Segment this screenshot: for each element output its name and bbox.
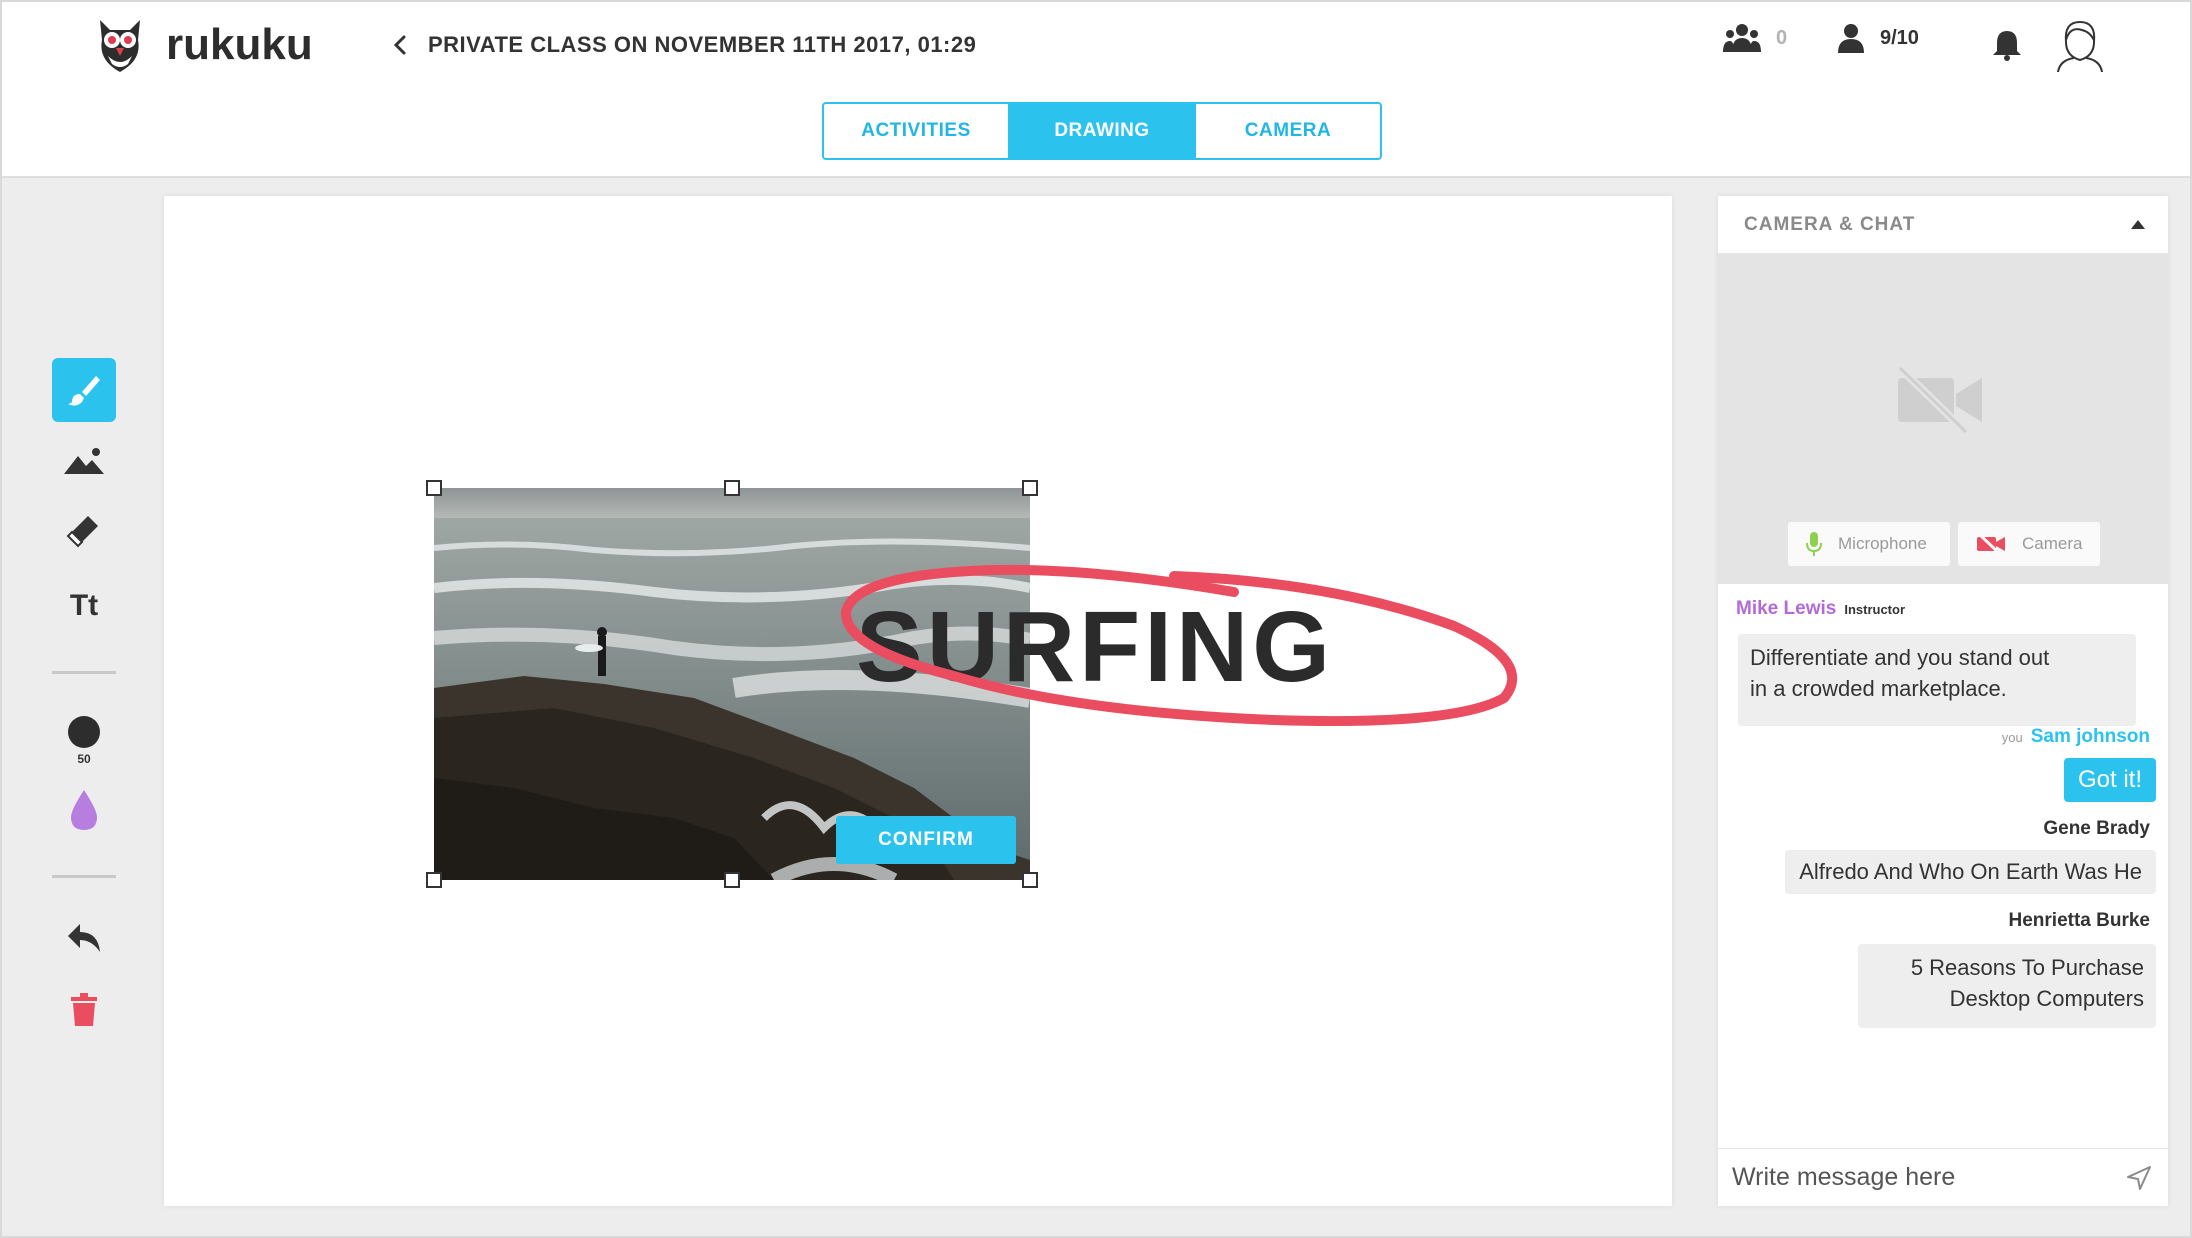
brush-icon (68, 376, 100, 406)
resize-handle-bottom-center[interactable] (724, 872, 740, 888)
chat-bubble: 5 Reasons To Purchase Desktop Computers (1858, 944, 2156, 1028)
author-name: Sam johnson (2030, 726, 2150, 747)
top-header: rukuku PRIVATE CLASS ON NOVEMBER 11TH 20… (2, 2, 2190, 178)
message-input[interactable] (1718, 1149, 2118, 1205)
microphone-icon (1806, 532, 1822, 556)
color-picker-button[interactable] (52, 778, 116, 842)
chat-author: Mike Lewis Instructor (1736, 598, 1905, 620)
eraser-tool-button[interactable] (52, 498, 116, 562)
chat-bubble: Alfredo And Who On Earth Was He (1785, 850, 2156, 894)
chat-text-line: Differentiate and you stand out (1750, 645, 2050, 670)
owl-logo-icon[interactable] (92, 16, 148, 76)
brush-size-dot-icon (68, 716, 100, 748)
undo-icon (68, 924, 100, 952)
camera-button[interactable]: Camera (1958, 522, 2100, 566)
image-tool-button[interactable] (52, 428, 116, 492)
undo-button[interactable] (52, 906, 116, 970)
panel-title: CAMERA & CHAT (1744, 214, 1916, 235)
camera-chat-panel: CAMERA & CHAT Microphone Camera Mike Lew… (1718, 196, 2168, 1206)
trash-icon (71, 993, 97, 1026)
chat-bubble-own: Got it! (2063, 758, 2156, 802)
freehand-circle-stroke (841, 564, 1518, 727)
chat-author: you Sam johnson (2002, 726, 2150, 748)
video-off-icon (1897, 365, 1982, 435)
chat-composer (1718, 1148, 2168, 1206)
students-stat[interactable]: 9/10 (1836, 22, 1919, 54)
color-drop-icon (71, 790, 97, 830)
chat-author: Henrietta Burke (2008, 910, 2151, 931)
resize-handle-top-center[interactable] (724, 480, 740, 496)
tab-activities[interactable]: ACTIVITIES (824, 104, 1010, 158)
chat-bubble: Differentiate and you stand out in a cro… (1738, 634, 2136, 726)
avatar[interactable] (2052, 16, 2108, 74)
app-window: rukuku PRIVATE CLASS ON NOVEMBER 11TH 20… (0, 0, 2192, 1238)
group-stat[interactable]: 0 (1722, 22, 1787, 54)
brand-name: rukuku (166, 20, 313, 69)
camera-label: Camera (2022, 534, 2083, 553)
author-name: Mike Lewis (1736, 598, 1837, 619)
group-users-icon (1723, 24, 1761, 52)
panel-header[interactable]: CAMERA & CHAT (1718, 196, 2168, 254)
delete-button[interactable] (52, 978, 116, 1042)
resize-handle-bottom-right[interactable] (1022, 872, 1038, 888)
microphone-label: Microphone (1838, 534, 1927, 553)
drawing-canvas[interactable]: SURFING CONFIRM (164, 196, 1672, 1206)
camera-off-icon (1977, 533, 2005, 555)
chat-text-line: 5 Reasons To Purchase (1910, 955, 2144, 980)
brush-tool-button[interactable] (52, 358, 116, 422)
video-feed: Microphone Camera (1718, 254, 2168, 584)
microphone-button[interactable]: Microphone (1788, 522, 1950, 566)
author-role: Instructor (1844, 602, 1905, 617)
resize-handle-top-left[interactable] (426, 480, 442, 496)
toolbar-divider (52, 671, 116, 674)
toolbar-divider (52, 875, 116, 878)
image-icon (64, 448, 104, 474)
mode-tabs: ACTIVITIES DRAWING CAMERA (822, 102, 1382, 160)
send-icon[interactable] (2126, 1165, 2152, 1191)
resize-handle-bottom-left[interactable] (426, 872, 442, 888)
class-title: PRIVATE CLASS ON NOVEMBER 11TH 2017, 01:… (428, 32, 977, 57)
collapse-triangle-icon[interactable] (2130, 218, 2146, 230)
back-chevron-icon[interactable] (388, 30, 412, 60)
text-tool-button[interactable]: Tt (52, 574, 116, 638)
chat-text-line: Desktop Computers (1949, 986, 2144, 1011)
brush-size-value: 50 (77, 752, 91, 766)
bell-icon[interactable] (1990, 28, 2024, 62)
you-label: you (2001, 730, 2023, 745)
chat-text-line: in a crowded marketplace. (1750, 676, 2007, 701)
students-count: 9/10 (1880, 26, 1919, 49)
confirm-button[interactable]: CONFIRM (836, 816, 1016, 864)
user-icon (1838, 24, 1864, 53)
group-count: 0 (1776, 26, 1788, 49)
tab-camera[interactable]: CAMERA (1196, 104, 1380, 158)
chat-author: Gene Brady (2043, 818, 2150, 839)
tab-drawing[interactable]: DRAWING (1010, 104, 1196, 158)
eraser-icon (66, 516, 98, 548)
resize-handle-top-right[interactable] (1022, 480, 1038, 496)
